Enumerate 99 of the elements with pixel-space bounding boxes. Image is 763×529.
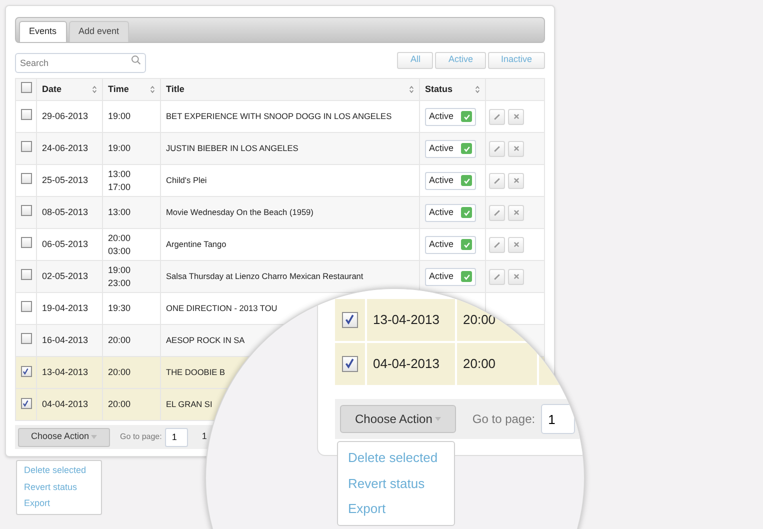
title-cell: Salsa Thursday at Lienzo Charro Mexican Restaurant (166, 271, 364, 282)
checkbox[interactable] (20, 108, 32, 120)
status-select[interactable]: Active (425, 268, 476, 286)
close-icon (512, 209, 520, 216)
time-cell-text: 03:00 (108, 244, 132, 258)
checkbox[interactable] (20, 236, 32, 248)
tab[interactable]: Add event (68, 21, 130, 42)
status-select[interactable]: Active (425, 204, 476, 222)
close-icon (512, 273, 520, 280)
close-icon (512, 145, 520, 152)
sort-icon[interactable] (409, 85, 414, 94)
pencil-icon (493, 240, 501, 248)
edit-button[interactable] (489, 108, 505, 124)
sort-icon[interactable] (475, 85, 480, 94)
checkbox[interactable] (20, 204, 32, 216)
delete-button[interactable] (508, 108, 524, 124)
status-select[interactable]: Active (425, 172, 476, 190)
delete-button[interactable] (508, 204, 524, 220)
choose-action-button[interactable]: Choose Action (340, 405, 456, 433)
status-select[interactable]: Active (425, 108, 476, 126)
title-cell: AESOP ROCK IN SA (166, 335, 245, 346)
date-cell: 16-04-2013 (42, 334, 88, 345)
time-cell-text: 20:00 (108, 232, 132, 244)
title-cell: Movie Wednesday On the Beach (1959) (166, 207, 314, 218)
go-to-page-label: Go to page: (472, 411, 536, 428)
page-input[interactable]: 1 (541, 404, 576, 434)
choose-action-button[interactable]: Choose Action (18, 428, 110, 446)
checkbox[interactable] (20, 82, 32, 93)
page-input[interactable]: 1 (164, 428, 188, 446)
date-cell: 25-05-2013 (42, 174, 88, 185)
column-header[interactable]: Title (166, 82, 184, 96)
edit-button[interactable] (489, 140, 505, 156)
delete-button[interactable] (508, 172, 524, 188)
time-cell-text: 19:00 (108, 264, 132, 276)
column-header[interactable]: Date (42, 82, 62, 96)
title-cell: EL GRAN SI (166, 399, 212, 410)
time-cell-text: 19:00 (108, 142, 132, 155)
date-cell-text: 04-04-2013 (373, 355, 440, 374)
status-select[interactable]: Active (425, 236, 476, 254)
date-cell: 08-05-2013 (42, 206, 88, 217)
title-cell: Child's Plei (166, 175, 207, 186)
pencil-icon (493, 272, 501, 280)
checkbox[interactable] (20, 300, 32, 312)
date-cell: 29-06-2013 (42, 110, 88, 121)
edit-button[interactable] (489, 172, 505, 188)
delete-button[interactable] (508, 236, 524, 252)
title-cell: JUSTIN BIEBER IN LOS ANGELES (166, 143, 298, 154)
close-icon (512, 241, 520, 248)
checkbox[interactable] (20, 366, 32, 377)
time-cell-text: 19:00 (108, 110, 132, 123)
checkbox[interactable] (20, 268, 32, 280)
checkbox[interactable] (20, 332, 32, 344)
edit-button[interactable] (489, 268, 505, 284)
edit-button[interactable] (489, 204, 505, 220)
close-icon (512, 113, 520, 120)
pencil-icon (493, 112, 501, 120)
time-cell-text: 23:00 (108, 276, 132, 290)
date-cell: 04-04-2013 (42, 398, 88, 409)
date-cell: 19-04-2013 (42, 302, 88, 313)
caret-icon (91, 435, 98, 439)
time-cell-text: 19:30 (108, 302, 132, 315)
caret-icon (435, 417, 442, 421)
close-icon (512, 177, 520, 184)
date-cell-text: 13-04-2013 (373, 311, 440, 330)
checkbox[interactable] (20, 140, 32, 152)
date-cell: 06-05-2013 (42, 238, 88, 249)
time-cell-text: 13:00 (108, 168, 132, 180)
sort-icon[interactable] (92, 85, 97, 94)
time-cell-text: 20:00 (463, 355, 496, 374)
time-cell-text: 20:00 (108, 366, 132, 379)
checkbox[interactable] (342, 312, 358, 328)
tab[interactable]: Events (19, 21, 67, 42)
time-cell-text: 20:00 (108, 398, 132, 411)
page-number[interactable]: 1 (202, 430, 207, 444)
checkbox[interactable] (20, 398, 32, 409)
time-cell-text: 20:00 (108, 334, 132, 347)
sort-icon[interactable] (150, 85, 155, 94)
date-cell: 02-05-2013 (42, 270, 88, 281)
time-cell-text: 13:00 (108, 206, 132, 219)
delete-button[interactable] (508, 268, 524, 284)
go-to-page-label: Go to page: (120, 431, 162, 443)
pencil-icon (493, 176, 501, 184)
time-cell-text: 20:00 (463, 311, 496, 330)
delete-button[interactable] (508, 140, 524, 156)
pencil-icon (493, 144, 501, 152)
edit-button[interactable] (489, 236, 505, 252)
search-icon (131, 55, 141, 65)
status-select[interactable]: Active (425, 140, 476, 158)
search-field[interactable]: Search (15, 53, 146, 73)
checkbox[interactable] (342, 356, 358, 372)
checkbox[interactable] (20, 172, 32, 184)
title-cell: Argentine Tango (166, 239, 226, 250)
title-cell: ONE DIRECTION - 2013 TOU (166, 303, 278, 314)
pencil-icon (493, 208, 501, 216)
title-cell: THE DOOBIE B (166, 367, 226, 378)
date-cell: 24-06-2013 (42, 142, 88, 153)
title-cell: BET EXPERIENCE WITH SNOOP DOGG IN LOS ANGELES (166, 111, 392, 122)
time-cell-text: 17:00 (108, 180, 132, 194)
date-cell: 13-04-2013 (42, 366, 88, 377)
